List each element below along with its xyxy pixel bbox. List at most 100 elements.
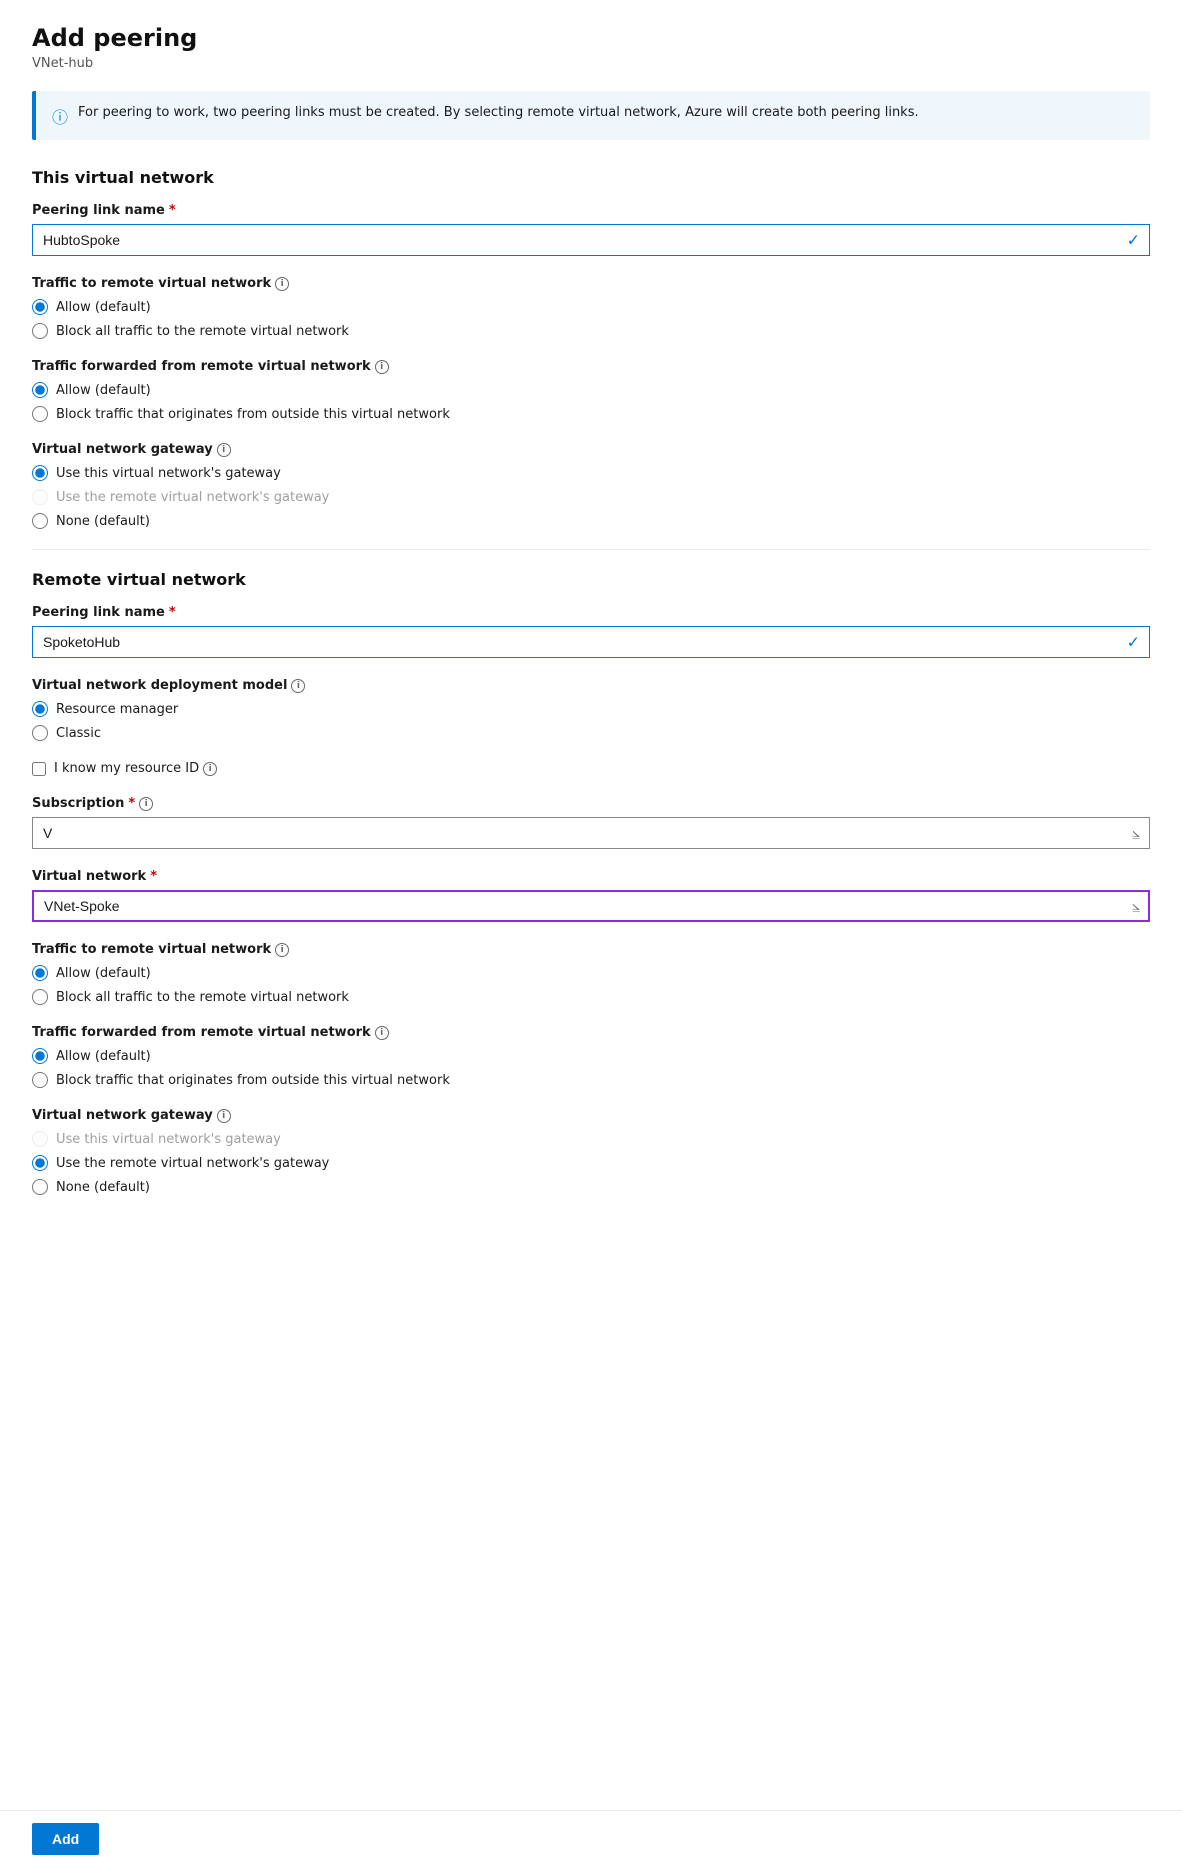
remote-vnet-traffic-forwarded-block-label: Block traffic that originates from outsi… [56,1073,450,1088]
remote-vnet-traffic-remote-group: Traffic to remote virtual network i Allo… [32,942,1150,1005]
this-vnet-gateway-info-icon[interactable]: i [217,443,231,457]
resource-id-checkbox[interactable] [32,762,46,776]
this-vnet-traffic-forwarded-radio-group: Allow (default) Block traffic that origi… [32,382,1150,422]
remote-vnet-gateway-use-remote-label: Use the remote virtual network's gateway [56,1156,329,1171]
deployment-model-info-icon[interactable]: i [291,679,305,693]
deployment-model-radio-group: Resource manager Classic [32,701,1150,741]
remote-vnet-traffic-forwarded-block-option[interactable]: Block traffic that originates from outsi… [32,1072,1150,1088]
this-vnet-traffic-remote-block-option[interactable]: Block all traffic to the remote virtual … [32,323,1150,339]
remote-vnet-traffic-remote-label: Traffic to remote virtual network i [32,942,1150,957]
this-vnet-traffic-forwarded-allow-radio[interactable] [32,382,48,398]
this-vnet-traffic-remote-block-radio[interactable] [32,323,48,339]
deployment-model-resource-manager-radio[interactable] [32,701,48,717]
remote-vnet-peering-link-input-wrapper: ✓ [32,626,1150,658]
subscription-label: Subscription * i [32,796,1150,811]
resource-id-info-icon[interactable]: i [203,762,217,776]
this-vnet-gateway-use-this-label: Use this virtual network's gateway [56,466,281,481]
virtual-network-select[interactable]: VNet-Spoke [32,890,1150,922]
this-vnet-traffic-remote-allow-radio[interactable] [32,299,48,315]
this-vnet-gateway-use-this-option[interactable]: Use this virtual network's gateway [32,465,1150,481]
this-vnet-traffic-forwarded-label: Traffic forwarded from remote virtual ne… [32,359,1150,374]
remote-vnet-traffic-forwarded-block-radio[interactable] [32,1072,48,1088]
resource-id-checkbox-option[interactable]: I know my resource ID i [32,761,1150,776]
remote-vnet-gateway-use-remote-radio[interactable] [32,1155,48,1171]
subscription-info-icon[interactable]: i [139,797,153,811]
this-vnet-traffic-remote-block-label: Block all traffic to the remote virtual … [56,324,349,339]
this-vnet-gateway-use-remote-option[interactable]: Use the remote virtual network's gateway [32,489,1150,505]
remote-traffic-forwarded-info-icon[interactable]: i [375,1026,389,1040]
remote-vnet-traffic-remote-block-radio[interactable] [32,989,48,1005]
this-vnet-peering-link-checkmark: ✓ [1127,231,1140,250]
remote-vnet-traffic-forwarded-allow-radio[interactable] [32,1048,48,1064]
remote-vnet-gateway-use-this-radio[interactable] [32,1131,48,1147]
this-vnet-traffic-forwarded-group: Traffic forwarded from remote virtual ne… [32,359,1150,422]
this-vnet-gateway-label: Virtual network gateway i [32,442,1150,457]
this-vnet-gateway-group: Virtual network gateway i Use this virtu… [32,442,1150,529]
remote-vnet-gateway-use-remote-option[interactable]: Use the remote virtual network's gateway [32,1155,1150,1171]
subscription-select[interactable]: V [32,817,1150,849]
this-vnet-traffic-remote-group: Traffic to remote virtual network i Allo… [32,276,1150,339]
info-icon: ⓘ [52,104,68,128]
section-divider [32,549,1150,550]
deployment-model-resource-manager-option[interactable]: Resource manager [32,701,1150,717]
this-vnet-traffic-remote-allow-label: Allow (default) [56,300,151,315]
remote-vnet-traffic-forwarded-group: Traffic forwarded from remote virtual ne… [32,1025,1150,1088]
remote-vnet-traffic-remote-radio-group: Allow (default) Block all traffic to the… [32,965,1150,1005]
this-vnet-traffic-forwarded-block-option[interactable]: Block traffic that originates from outsi… [32,406,1150,422]
add-button[interactable]: Add [32,1823,99,1855]
remote-vnet-gateway-none-option[interactable]: None (default) [32,1179,1150,1195]
remote-vnet-traffic-forwarded-allow-label: Allow (default) [56,1049,151,1064]
page-title: Add peering [32,24,1150,52]
remote-vnet-traffic-forwarded-radio-group: Allow (default) Block traffic that origi… [32,1048,1150,1088]
remote-vnet-peering-link-checkmark: ✓ [1127,633,1140,652]
this-vnet-traffic-forwarded-allow-label: Allow (default) [56,383,151,398]
traffic-forwarded-info-icon[interactable]: i [375,360,389,374]
deployment-model-resource-manager-label: Resource manager [56,702,178,717]
virtual-network-label: Virtual network * [32,869,1150,884]
remote-vnet-gateway-group: Virtual network gateway i Use this virtu… [32,1108,1150,1195]
remote-vnet-section-title: Remote virtual network [32,570,1150,589]
this-vnet-gateway-radio-group: Use this virtual network's gateway Use t… [32,465,1150,529]
remote-vnet-traffic-remote-allow-option[interactable]: Allow (default) [32,965,1150,981]
deployment-model-label: Virtual network deployment model i [32,678,1150,693]
deployment-model-classic-radio[interactable] [32,725,48,741]
this-vnet-traffic-remote-allow-option[interactable]: Allow (default) [32,299,1150,315]
this-vnet-gateway-none-radio[interactable] [32,513,48,529]
resource-id-label: I know my resource ID i [54,761,217,776]
this-vnet-traffic-forwarded-block-radio[interactable] [32,406,48,422]
vnet-required-star: * [150,869,157,884]
remote-vnet-gateway-none-label: None (default) [56,1180,150,1195]
this-vnet-peering-link-group: Peering link name * ✓ [32,203,1150,256]
remote-vnet-gateway-none-radio[interactable] [32,1179,48,1195]
remote-vnet-gateway-info-icon[interactable]: i [217,1109,231,1123]
this-vnet-gateway-none-option[interactable]: None (default) [32,513,1150,529]
remote-vnet-traffic-remote-allow-radio[interactable] [32,965,48,981]
this-vnet-gateway-use-remote-label: Use the remote virtual network's gateway [56,490,329,505]
remote-vnet-gateway-label: Virtual network gateway i [32,1108,1150,1123]
remote-vnet-gateway-use-this-option[interactable]: Use this virtual network's gateway [32,1131,1150,1147]
this-vnet-peering-link-input[interactable] [32,224,1150,256]
remote-vnet-traffic-remote-block-option[interactable]: Block all traffic to the remote virtual … [32,989,1150,1005]
remote-vnet-gateway-use-this-label: Use this virtual network's gateway [56,1132,281,1147]
remote-vnet-peering-link-group: Peering link name * ✓ [32,605,1150,658]
remote-vnet-peering-link-input[interactable] [32,626,1150,658]
this-vnet-traffic-remote-radio-group: Allow (default) Block all traffic to the… [32,299,1150,339]
info-banner-text: For peering to work, two peering links m… [78,103,919,123]
traffic-remote-info-icon[interactable]: i [275,277,289,291]
info-banner: ⓘ For peering to work, two peering links… [32,91,1150,140]
this-vnet-gateway-use-remote-radio[interactable] [32,489,48,505]
remote-vnet-traffic-forwarded-allow-option[interactable]: Allow (default) [32,1048,1150,1064]
required-star: * [169,203,176,218]
subscription-required-star: * [128,796,135,811]
this-vnet-traffic-forwarded-allow-option[interactable]: Allow (default) [32,382,1150,398]
this-vnet-traffic-forwarded-block-label: Block traffic that originates from outsi… [56,407,450,422]
deployment-model-classic-option[interactable]: Classic [32,725,1150,741]
this-vnet-traffic-remote-label: Traffic to remote virtual network i [32,276,1150,291]
deployment-model-group: Virtual network deployment model i Resou… [32,678,1150,741]
remote-vnet-traffic-remote-allow-label: Allow (default) [56,966,151,981]
remote-traffic-remote-info-icon[interactable]: i [275,943,289,957]
this-vnet-gateway-use-this-radio[interactable] [32,465,48,481]
deployment-model-classic-label: Classic [56,726,101,741]
virtual-network-select-wrapper: VNet-Spoke ⦥ [32,890,1150,922]
subscription-group: Subscription * i V ⦥ [32,796,1150,849]
